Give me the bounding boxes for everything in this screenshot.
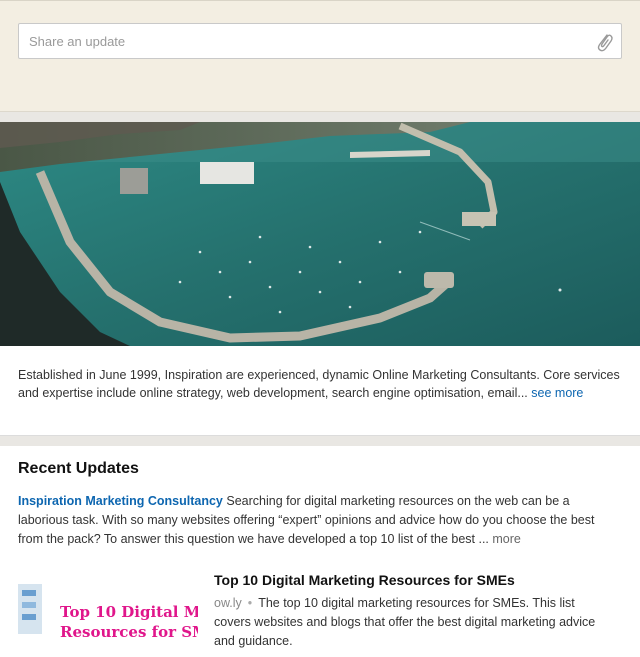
shared-link-description: The top 10 digital marketing resources f… <box>214 596 596 648</box>
thumbnail-text-line: Top 10 Digital M <box>60 603 198 621</box>
update-post: Inspiration Marketing Consultancy Search… <box>18 492 602 549</box>
more-link[interactable]: more <box>492 532 520 546</box>
shared-link-description-block: ow.ly • The top 10 digital marketing resou… <box>214 594 614 651</box>
description-text: Established in June 1999, Inspiration ar… <box>18 368 620 400</box>
separator-dot: • <box>247 596 253 610</box>
company-name-link[interactable]: Inspiration Marketing Consultancy <box>18 494 223 508</box>
company-description: Established in June 1999, Inspiration ar… <box>0 346 640 436</box>
share-update-panel <box>0 0 640 112</box>
see-more-link[interactable]: see more <box>531 386 583 400</box>
share-update-input[interactable] <box>18 23 622 59</box>
shared-link-source: ow.ly <box>214 596 242 610</box>
shared-link-title[interactable]: Top 10 Digital Marketing Resources for S… <box>214 572 515 588</box>
paperclip-icon[interactable] <box>594 31 614 53</box>
recent-updates-heading: Recent Updates <box>18 460 139 477</box>
company-cover-image <box>0 122 640 346</box>
recent-updates-section: Recent Updates Inspiration Marketing Con… <box>0 446 640 657</box>
shared-link-thumbnail[interactable]: Top 10 Digital M Resources for SM <box>18 576 198 640</box>
shared-link-card[interactable]: Top 10 Digital M Resources for SM Top 10… <box>18 572 622 657</box>
thumbnail-text-line: Resources for SM <box>60 623 198 640</box>
